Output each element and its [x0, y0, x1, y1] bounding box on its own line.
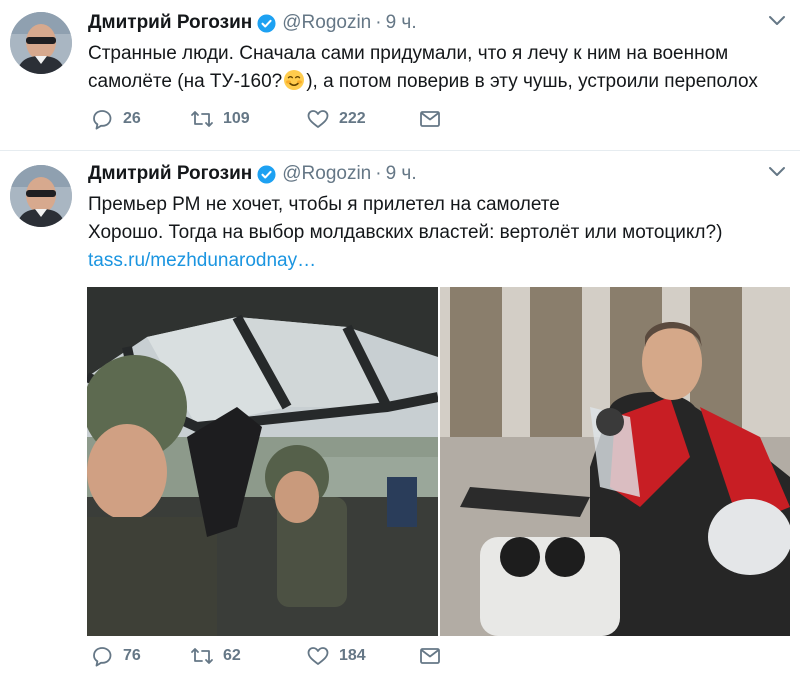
- tweet-time[interactable]: 9 ч.: [386, 12, 417, 34]
- tweet-link[interactable]: tass.ru/mezhdunarodnay…: [88, 247, 722, 275]
- tweet-text: Странные люди. Сначала сами придумали, ч…: [88, 40, 758, 96]
- tweet-time[interactable]: 9 ч.: [386, 163, 417, 185]
- author-name[interactable]: Дмитрий Рогозин: [88, 12, 252, 34]
- tweet-text-segment: самолёте (на ТУ-160?: [88, 71, 283, 92]
- smiling-face-icon: [284, 70, 305, 90]
- reply-button[interactable]: 76: [90, 645, 190, 667]
- tweet-text-line: Странные люди. Сначала сами придумали, ч…: [88, 43, 729, 64]
- tweet-actions: 76 62 184: [90, 645, 442, 667]
- tweet-text-line: самолёте (на ТУ-160? ), а потом поверив …: [88, 68, 758, 96]
- tweet-header: Дмитрий Рогозин @Rogozin · 9 ч.: [88, 161, 417, 187]
- heart-icon: [307, 647, 329, 665]
- heart-icon: [307, 110, 329, 128]
- author-handle[interactable]: @Rogozin: [282, 12, 371, 34]
- tweet-text: Премьер РМ не хочет, чтобы я прилетел на…: [88, 191, 722, 275]
- retweet-count: 109: [223, 110, 250, 127]
- retweet-icon: [191, 648, 213, 664]
- retweet-button[interactable]: 62: [190, 645, 306, 667]
- retweet-count: 62: [223, 647, 241, 664]
- like-count: 184: [339, 647, 366, 664]
- envelope-icon: [420, 111, 440, 127]
- direct-message-button[interactable]: [418, 645, 442, 667]
- reply-icon: [93, 647, 112, 667]
- author-name[interactable]: Дмитрий Рогозин: [88, 163, 252, 185]
- like-button[interactable]: 222: [306, 108, 418, 130]
- tweet-header: Дмитрий Рогозин @Rogozin · 9 ч.: [88, 10, 417, 36]
- envelope-icon: [420, 648, 440, 664]
- tweet[interactable]: Дмитрий Рогозин @Rogozin · 9 ч. Странные…: [0, 0, 800, 151]
- reply-button[interactable]: 26: [90, 108, 190, 130]
- tweet-text-line: Хорошо. Тогда на выбор молдавских власте…: [88, 222, 723, 243]
- direct-message-button[interactable]: [418, 108, 442, 130]
- chevron-down-icon[interactable]: [768, 14, 786, 26]
- tweet-text-segment: ), а потом поверив в эту чушь, устроили …: [306, 71, 758, 92]
- tweet[interactable]: Дмитрий Рогозин @Rogozin · 9 ч. Премьер …: [0, 151, 800, 682]
- retweet-icon: [191, 111, 213, 127]
- verified-badge-icon: [257, 13, 276, 33]
- reply-count: 76: [123, 647, 141, 664]
- chevron-down-icon[interactable]: [768, 165, 786, 177]
- separator-dot: ·: [375, 12, 382, 33]
- author-handle[interactable]: @Rogozin: [282, 163, 371, 185]
- verified-badge-icon: [257, 164, 276, 184]
- reply-count: 26: [123, 110, 141, 127]
- separator-dot: ·: [375, 163, 382, 184]
- motorcycle-photo[interactable]: [440, 287, 790, 636]
- retweet-button[interactable]: 109: [190, 108, 306, 130]
- avatar[interactable]: [10, 165, 72, 227]
- tweet-text-line: Премьер РМ не хочет, чтобы я прилетел на…: [88, 194, 560, 215]
- tweet-media: [87, 287, 790, 636]
- reply-icon: [93, 110, 112, 130]
- like-button[interactable]: 184: [306, 645, 418, 667]
- avatar[interactable]: [10, 12, 72, 74]
- like-count: 222: [339, 110, 366, 127]
- tweet-actions: 26 109 222: [90, 108, 442, 130]
- helicopter-cockpit-photo[interactable]: [87, 287, 438, 636]
